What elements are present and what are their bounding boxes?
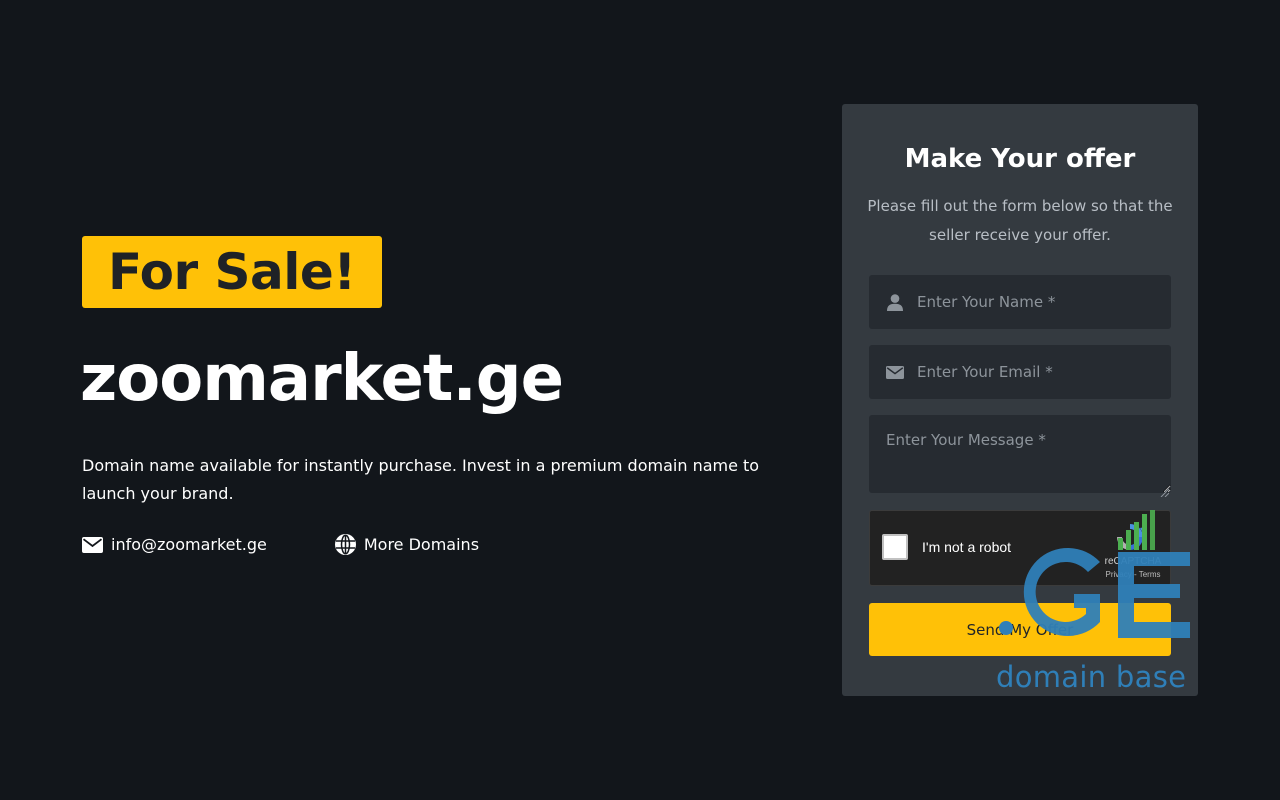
envelope-icon	[82, 536, 103, 553]
offer-form-card: Make Your offer Please fill out the form…	[842, 104, 1198, 696]
message-textarea[interactable]	[869, 415, 1171, 493]
contact-links: info@zoomarket.ge More Domains	[82, 534, 479, 555]
page: For Sale! zoomarket.ge Domain name avail…	[0, 0, 1280, 800]
globe-icon	[334, 534, 356, 555]
recaptcha-checkbox[interactable]	[882, 534, 908, 560]
email-input[interactable]	[915, 362, 1159, 382]
resize-grip-icon[interactable]	[1160, 482, 1170, 498]
recaptcha-links[interactable]: Privacy - Terms	[1096, 570, 1170, 579]
send-offer-button[interactable]: Send My Offer	[869, 603, 1171, 656]
name-input[interactable]	[915, 292, 1159, 312]
more-domains-link[interactable]: More Domains	[334, 534, 480, 555]
for-sale-badge: For Sale!	[82, 236, 382, 308]
email-link-label: info@zoomarket.ge	[111, 535, 267, 554]
email-field	[869, 345, 1171, 399]
more-domains-label: More Domains	[363, 535, 480, 554]
user-icon	[885, 293, 905, 311]
recaptcha-widget: I'm not a robot reCAPTCHA Privacy - Term…	[869, 510, 1171, 586]
envelope-icon	[885, 365, 905, 379]
recaptcha-logo-icon	[1114, 521, 1146, 557]
email-link[interactable]: info@zoomarket.ge	[82, 535, 267, 554]
form-title: Make Your offer	[904, 144, 1136, 174]
recaptcha-brand: reCAPTCHA	[1104, 556, 1162, 567]
domain-description: Domain name available for instantly purc…	[82, 456, 760, 503]
for-sale-label: For Sale!	[108, 243, 356, 301]
domain-name-heading: zoomarket.ge	[80, 342, 564, 416]
name-field	[869, 275, 1171, 329]
form-subtitle: Please fill out the form below so that t…	[867, 197, 1173, 244]
recaptcha-label: I'm not a robot	[922, 539, 1012, 555]
